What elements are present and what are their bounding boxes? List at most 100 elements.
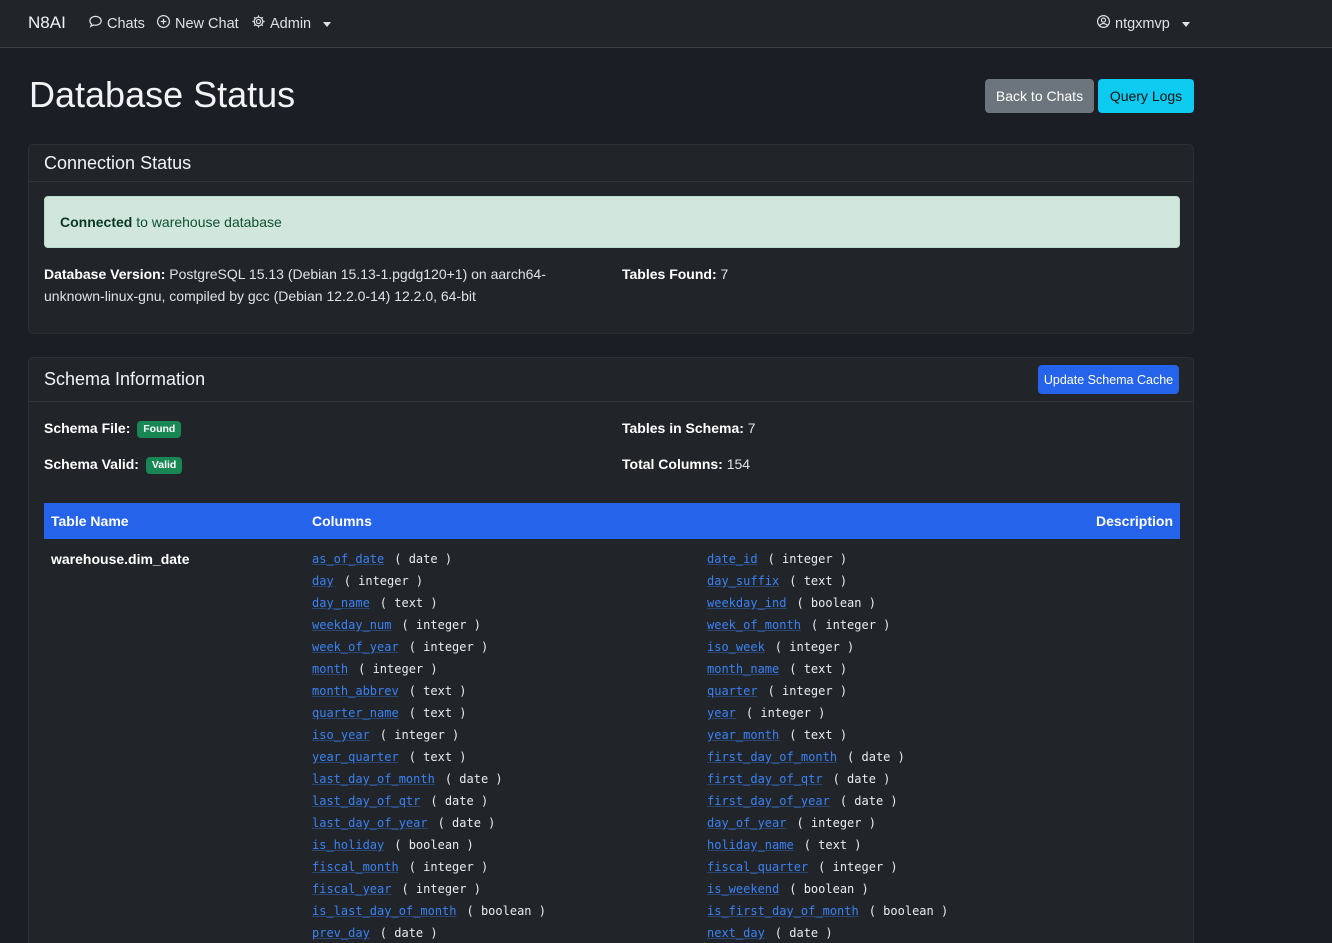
column-entry: month_name ( text ): [707, 661, 948, 683]
column-entry: is_holiday ( boolean ): [312, 837, 546, 859]
column-name-link[interactable]: first_day_of_month: [707, 750, 837, 764]
column-name-link[interactable]: last_day_of_year: [312, 816, 428, 830]
user-name: ntgxmvp: [1115, 15, 1170, 32]
column-type: ( text ): [408, 750, 467, 764]
column-name-link[interactable]: week_of_year: [312, 640, 399, 654]
schema-file: Schema File: Found: [44, 417, 182, 439]
column-name-link[interactable]: is_weekend: [707, 882, 779, 896]
column-name-link[interactable]: month: [312, 662, 348, 676]
column-name-link[interactable]: is_first_day_of_month: [707, 904, 859, 918]
column-name-link[interactable]: month_name: [707, 662, 779, 676]
update-schema-cache-button[interactable]: Update Schema Cache: [1038, 365, 1179, 394]
table-header: Table Name Columns Description: [44, 503, 1180, 539]
column-name-link[interactable]: weekday_ind: [707, 596, 786, 610]
column-entry: holiday_name ( text ): [707, 837, 948, 859]
column-entry: first_day_of_year ( date ): [707, 793, 948, 815]
column-name-link[interactable]: quarter: [707, 684, 758, 698]
column-entry: is_weekend ( boolean ): [707, 881, 948, 903]
column-name-link[interactable]: month_abbrev: [312, 684, 399, 698]
column-type: ( date ): [847, 750, 905, 764]
column-type: ( integer ): [343, 574, 424, 588]
user-menu-dropdown[interactable]: ntgxmvp: [1096, 14, 1190, 33]
column-type: ( text ): [789, 574, 848, 588]
column-type: ( integer ): [745, 706, 826, 720]
status-badge: Valid: [145, 457, 183, 474]
plus-circle-icon: [156, 14, 171, 33]
status-badge: Found: [137, 421, 182, 438]
connection-status-card: Connection Status Connected to warehouse…: [28, 144, 1194, 334]
column-type: ( integer ): [408, 860, 489, 874]
column-name-link[interactable]: weekday_num: [312, 618, 391, 632]
column-name-link[interactable]: first_day_of_year: [707, 794, 830, 808]
column-name-link[interactable]: day_of_year: [707, 816, 786, 830]
nav-chats-link[interactable]: Chats: [88, 14, 145, 33]
column-name-link[interactable]: fiscal_quarter: [707, 860, 808, 874]
column-name-link[interactable]: day: [312, 574, 334, 588]
column-type: ( boolean ): [394, 838, 474, 852]
column-entry: last_day_of_year ( date ): [312, 815, 546, 837]
column-entry: last_day_of_qtr ( date ): [312, 793, 546, 815]
tables-in-schema-label: Tables in Schema:: [622, 420, 744, 436]
column-type: ( integer ): [358, 662, 438, 676]
column-type: ( date ): [444, 772, 503, 786]
column-name-link[interactable]: next_day: [707, 926, 765, 940]
column-name-link[interactable]: day_suffix: [707, 574, 779, 588]
card-title: Schema Information: [44, 369, 206, 389]
column-type: ( text ): [789, 728, 848, 742]
column-name-link[interactable]: last_day_of_month: [312, 772, 435, 786]
column-name-link[interactable]: year: [707, 706, 736, 720]
column-entry: fiscal_year ( integer ): [312, 881, 546, 903]
table-row: warehouse.dim_date as_of_date ( date ) day…: [44, 539, 1180, 943]
chat-bubble-icon: [88, 14, 103, 33]
column-entry: year_month ( text ): [707, 727, 948, 749]
query-logs-button[interactable]: Query Logs: [1098, 79, 1194, 113]
column-entry: weekday_num ( integer ): [312, 617, 546, 639]
nav-new-chat-link[interactable]: New Chat: [156, 14, 239, 33]
database-version: Database Version: PostgreSQL 15.13 (Debi…: [44, 263, 584, 307]
column-entry: first_day_of_qtr ( date ): [707, 771, 948, 793]
column-name-link[interactable]: year_month: [707, 728, 779, 742]
column-name-link[interactable]: fiscal_year: [312, 882, 391, 896]
tables-found-label: Tables Found:: [622, 266, 717, 282]
schema-file-label: Schema File:: [44, 420, 131, 436]
brand-logo[interactable]: N8AI: [28, 13, 66, 33]
column-name-link[interactable]: prev_day: [312, 926, 370, 940]
total-columns: Total Columns: 154: [622, 453, 750, 475]
column-entry: first_day_of_month ( date ): [707, 749, 948, 771]
tables-found: Tables Found: 7: [622, 263, 728, 285]
nav-admin-dropdown[interactable]: Admin: [251, 14, 332, 33]
column-name-link[interactable]: iso_year: [312, 728, 370, 742]
column-name-link[interactable]: iso_week: [707, 640, 765, 654]
column-entry: prev_day ( date ): [312, 925, 546, 943]
column-name-link[interactable]: year_quarter: [312, 750, 399, 764]
column-name-link[interactable]: week_of_month: [707, 618, 801, 632]
back-to-chats-button[interactable]: Back to Chats: [985, 79, 1094, 113]
column-name-link[interactable]: day_name: [312, 596, 370, 610]
column-name-link[interactable]: fiscal_month: [312, 860, 399, 874]
card-header: Connection Status: [29, 145, 1193, 182]
column-name-link[interactable]: last_day_of_qtr: [312, 794, 420, 808]
column-type: ( integer ): [408, 640, 489, 654]
column-name-link[interactable]: date_id: [707, 552, 758, 566]
columns-list-left: as_of_date ( date ) day ( integer ) day_name…: [312, 551, 546, 943]
column-entry: iso_week ( integer ): [707, 639, 948, 661]
column-name-link[interactable]: quarter_name: [312, 706, 399, 720]
alert-text: to warehouse database: [132, 214, 282, 230]
column-name-link[interactable]: is_holiday: [312, 838, 384, 852]
column-type: ( integer ): [767, 684, 848, 698]
column-name-link[interactable]: first_day_of_qtr: [707, 772, 823, 786]
column-entry: week_of_month ( integer ): [707, 617, 948, 639]
gear-icon: [251, 14, 266, 33]
card-title: Connection Status: [44, 153, 192, 173]
column-type: ( date ): [394, 552, 453, 566]
column-entry: year_quarter ( text ): [312, 749, 546, 771]
column-type: ( date ): [430, 794, 489, 808]
user-circle-icon: [1096, 14, 1111, 33]
column-name-link[interactable]: as_of_date: [312, 552, 384, 566]
column-name-link[interactable]: is_last_day_of_month: [312, 904, 457, 918]
column-header-table-name: Table Name: [51, 513, 129, 529]
total-columns-label: Total Columns:: [622, 456, 723, 472]
column-entry: last_day_of_month ( date ): [312, 771, 546, 793]
total-columns-value: 154: [722, 456, 751, 472]
column-name-link[interactable]: holiday_name: [707, 838, 794, 852]
